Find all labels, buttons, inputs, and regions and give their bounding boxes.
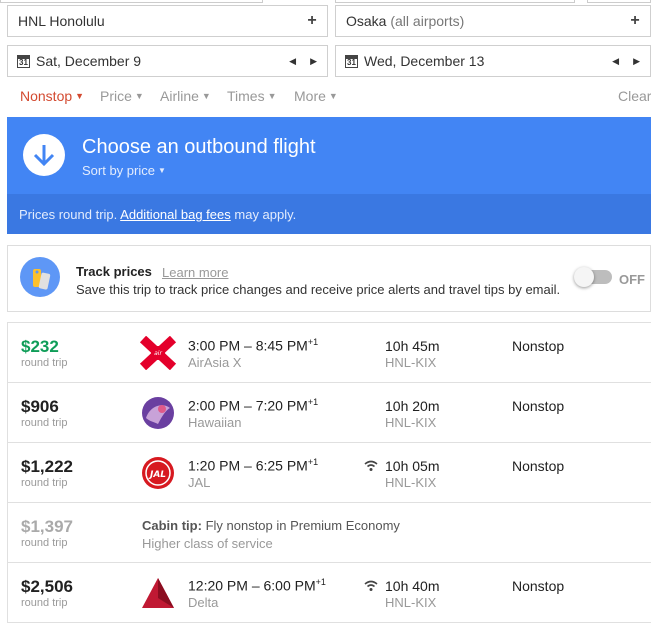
bag-fees-link[interactable]: Additional bag fees bbox=[120, 207, 231, 222]
banner-title: Choose an outbound flight bbox=[82, 136, 316, 158]
flight-duration: 10h 20m bbox=[385, 398, 440, 414]
add-destination-icon[interactable]: + bbox=[620, 12, 650, 30]
origin-name: Honolulu bbox=[49, 13, 105, 29]
destination-name: Osaka bbox=[346, 13, 387, 29]
track-prices-toggle[interactable] bbox=[574, 267, 612, 287]
flight-times: 1:20 PM – 6:25 PM+1 bbox=[188, 457, 319, 474]
delta-logo-icon bbox=[142, 578, 174, 608]
airasia-logo-icon: air bbox=[140, 336, 176, 370]
flight-duration: 10h 05m bbox=[385, 458, 440, 474]
depart-prev-day-icon[interactable]: ◀ bbox=[289, 56, 296, 67]
sort-by-dropdown[interactable]: Sort by price ▼ bbox=[82, 163, 166, 178]
flight-stops: Nonstop bbox=[512, 578, 565, 594]
day-offset: +1 bbox=[307, 457, 319, 467]
flight-route: HNL-KIX bbox=[385, 595, 437, 610]
price-note: round trip bbox=[21, 417, 68, 429]
return-next-day-icon[interactable]: ▶ bbox=[633, 56, 640, 67]
flight-route: HNL-KIX bbox=[385, 475, 437, 490]
svg-text:JAL: JAL bbox=[148, 470, 166, 480]
price-note: round trip bbox=[21, 597, 68, 609]
cabin-tip-row[interactable]: $1,397 round trip Cabin tip: Fly nonstop… bbox=[8, 503, 651, 563]
depart-date-field[interactable]: 31 Sat, December 9 ◀ ▶ bbox=[7, 45, 328, 77]
chevron-down-icon: ▼ bbox=[157, 166, 166, 175]
track-prices-description: Save this trip to track price changes an… bbox=[76, 282, 561, 297]
chevron-down-icon: ▼ bbox=[328, 91, 338, 101]
airline-name: Delta bbox=[188, 595, 219, 610]
chevron-down-icon: ▼ bbox=[201, 91, 211, 101]
airline-name: JAL bbox=[188, 475, 211, 490]
flight-price: $2,506 bbox=[21, 577, 73, 596]
filter-bar: Nonstop ▼ Price ▼ Airline ▼ Times ▼ More ▼ Cl… bbox=[7, 88, 651, 106]
flight-duration: 10h 40m bbox=[385, 578, 440, 594]
flight-row[interactable]: $1,222 round trip JAL 1:20 PM – 6:25 PM+… bbox=[8, 443, 651, 503]
flight-price: $1,222 bbox=[21, 457, 73, 476]
track-prices-title: Track prices bbox=[76, 264, 152, 279]
top-edge-field-left bbox=[0, 0, 263, 3]
day-offset: +1 bbox=[307, 397, 319, 407]
flight-stops: Nonstop bbox=[512, 338, 565, 354]
cabin-tip-subtext: Higher class of service bbox=[142, 536, 273, 551]
flight-stops: Nonstop bbox=[512, 458, 565, 474]
svg-text:air: air bbox=[154, 350, 162, 357]
flight-price: $906 bbox=[21, 397, 59, 416]
flight-row[interactable]: $906 round trip 2:00 PM – 7:20 PM+1 Hawa… bbox=[8, 383, 651, 443]
outbound-banner: Choose an outbound flight Sort by price ▼… bbox=[7, 117, 651, 234]
filter-times[interactable]: Times ▼ bbox=[227, 88, 277, 104]
chevron-down-icon: ▼ bbox=[267, 91, 277, 101]
day-offset: +1 bbox=[315, 577, 326, 587]
price-tag-icon bbox=[20, 257, 60, 297]
flight-route: HNL-KIX bbox=[385, 355, 437, 370]
top-edge-field-mid bbox=[335, 0, 575, 3]
depart-next-day-icon[interactable]: ▶ bbox=[310, 56, 317, 67]
wifi-icon bbox=[364, 580, 378, 591]
toggle-state-label: OFF bbox=[619, 272, 645, 287]
price-note: round trip bbox=[21, 477, 68, 489]
return-prev-day-icon[interactable]: ◀ bbox=[612, 56, 619, 67]
learn-more-link[interactable]: Learn more bbox=[162, 265, 228, 280]
return-date-text: Wed, December 13 bbox=[364, 53, 485, 69]
cabin-tip-price: $1,397 bbox=[21, 517, 73, 536]
airline-name: AirAsia X bbox=[188, 355, 242, 370]
filter-more[interactable]: More ▼ bbox=[294, 88, 338, 104]
flight-row[interactable]: $232 round trip air 3:00 PM – 8:45 PM+1 … bbox=[8, 323, 651, 383]
wifi-icon bbox=[364, 460, 378, 471]
origin-code: HNL bbox=[18, 13, 46, 29]
origin-field[interactable]: HNL Honolulu + bbox=[7, 5, 328, 37]
flight-row[interactable]: $2,506 round trip 12:20 PM – 6:00 PM+1 D… bbox=[8, 563, 651, 623]
add-origin-icon[interactable]: + bbox=[297, 12, 327, 30]
flight-times: 2:00 PM – 7:20 PM+1 bbox=[188, 397, 319, 414]
destination-field[interactable]: Osaka (all airports) + bbox=[335, 5, 651, 37]
filter-nonstop[interactable]: Nonstop ▼ bbox=[20, 88, 84, 104]
top-edge-field-right bbox=[587, 0, 651, 3]
flight-results-list: $232 round trip air 3:00 PM – 8:45 PM+1 … bbox=[7, 322, 651, 623]
hawaiian-logo-icon bbox=[142, 397, 174, 429]
jal-logo-icon: JAL bbox=[142, 457, 174, 489]
calendar-icon: 31 bbox=[345, 54, 358, 68]
down-arrow-icon bbox=[23, 134, 65, 176]
flight-price: $232 bbox=[21, 337, 59, 356]
flight-stops: Nonstop bbox=[512, 398, 565, 414]
airline-name: Hawaiian bbox=[188, 415, 242, 430]
depart-date-text: Sat, December 9 bbox=[36, 53, 142, 69]
cabin-tip-text: Cabin tip: Fly nonstop in Premium Econom… bbox=[142, 518, 400, 533]
flight-times: 3:00 PM – 8:45 PM+1 bbox=[188, 337, 319, 354]
chevron-down-icon: ▼ bbox=[134, 91, 144, 101]
price-note: round trip bbox=[21, 537, 68, 549]
chevron-down-icon: ▼ bbox=[75, 91, 85, 101]
price-note: round trip bbox=[21, 357, 68, 369]
return-date-field[interactable]: 31 Wed, December 13 ◀ ▶ bbox=[335, 45, 651, 77]
filter-airline[interactable]: Airline ▼ bbox=[160, 88, 211, 104]
flight-times: 12:20 PM – 6:00 PM+1 bbox=[188, 577, 326, 594]
price-notice: Prices round trip. Additional bag fees m… bbox=[7, 194, 651, 234]
destination-qualifier: (all airports) bbox=[390, 13, 465, 29]
toggle-knob bbox=[574, 267, 594, 287]
filter-price[interactable]: Price ▼ bbox=[100, 88, 144, 104]
track-prices-card: Track prices Learn more Save this trip t… bbox=[7, 245, 651, 312]
clear-filters-button[interactable]: Clear bbox=[618, 88, 651, 104]
flight-route: HNL-KIX bbox=[385, 415, 437, 430]
calendar-icon: 31 bbox=[17, 54, 30, 68]
flight-duration: 10h 45m bbox=[385, 338, 440, 354]
day-offset: +1 bbox=[307, 337, 319, 347]
